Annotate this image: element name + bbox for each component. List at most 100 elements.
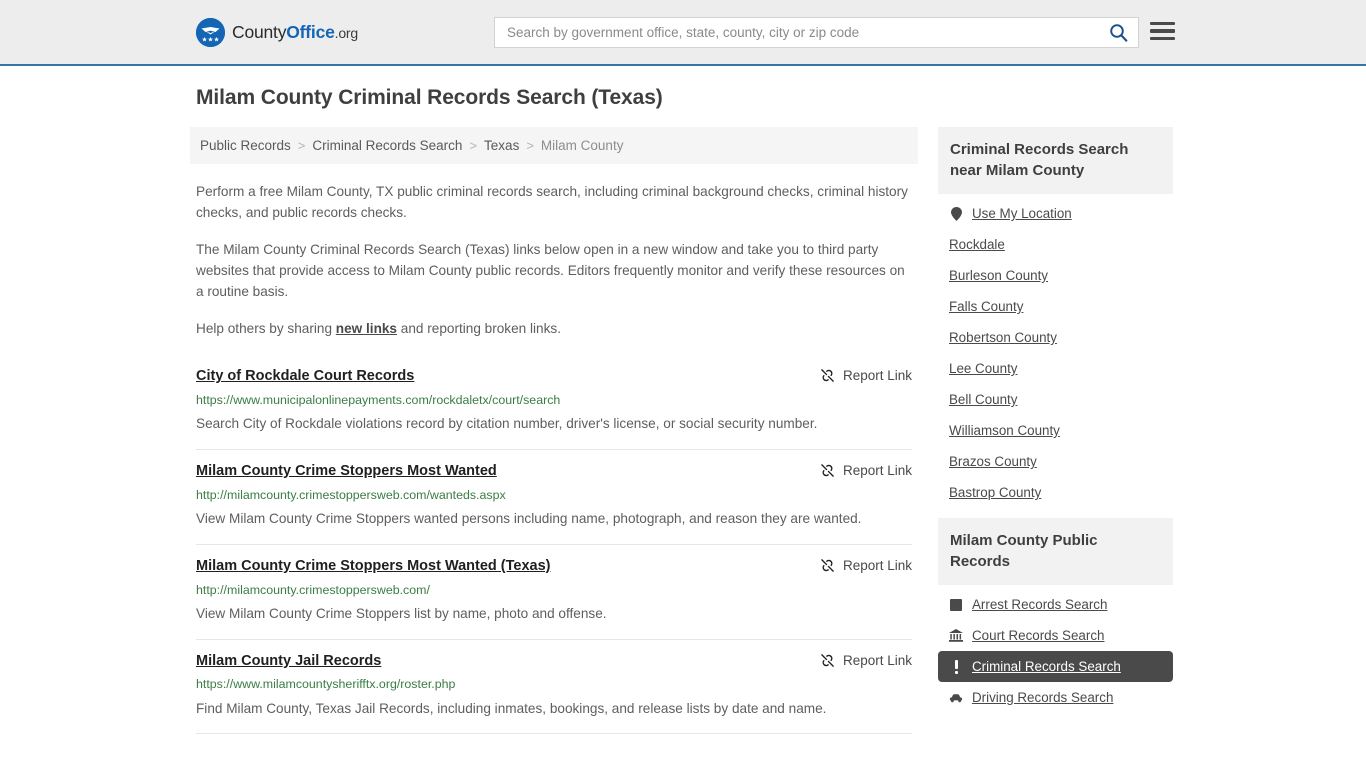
breadcrumb-separator: > [469, 138, 478, 153]
sidebar-item-use-my-location[interactable]: Use My Location [938, 198, 1173, 229]
sidebar-item-robertson-county[interactable]: Robertson County [938, 322, 1173, 353]
result-description: View Milam County Crime Stoppers list by… [196, 605, 607, 621]
content-container: Milam County Criminal Records Search (Te… [190, 86, 1176, 735]
result-item: City of Rockdale Court Records Report Li… [196, 357, 912, 449]
result-url[interactable]: http://milamcounty.crimestoppersweb.com/… [196, 487, 912, 503]
result-item: Milam County Crime Stoppers Most Wanted … [196, 543, 912, 639]
hamburger-menu-icon[interactable] [1150, 20, 1175, 42]
result-title-link[interactable]: City of Rockdale Court Records [196, 367, 414, 386]
sidebar-item-label: Robertson County [949, 330, 1057, 345]
sidebar-item-bastrop-county[interactable]: Bastrop County [938, 477, 1173, 508]
sidebar-item-lee-county[interactable]: Lee County [938, 353, 1173, 384]
logo-text: CountyOffice.org [232, 22, 358, 43]
sidebar-item-rockdale[interactable]: Rockdale [938, 229, 1173, 260]
list-item: Lee County [938, 353, 1173, 384]
result-item: Milam County Jail Records Report Link ht… [196, 638, 912, 734]
report-link-button[interactable]: Report Link [820, 653, 912, 668]
sidebar-item-label: Bell County [949, 392, 1018, 407]
broken-link-icon [821, 369, 834, 383]
breadcrumb-item-milam-county: Milam County [540, 138, 624, 153]
sidebar-nearby-box: Criminal Records Search near Milam Count… [938, 127, 1173, 508]
report-link-button[interactable]: Report Link [820, 368, 912, 383]
sidebar-item-driving-records-search[interactable]: Driving Records Search [938, 682, 1173, 713]
result-description: View Milam County Crime Stoppers wanted … [196, 511, 862, 527]
result-header: City of Rockdale Court Records Report Li… [196, 367, 912, 386]
logo-text-county: County [232, 22, 287, 42]
result-title-link[interactable]: Milam County Crime Stoppers Most Wanted … [196, 557, 551, 576]
exclamation-icon [949, 659, 963, 674]
sidebar-item-label: Lee County [949, 361, 1018, 376]
site-logo[interactable]: CountyOffice.org [196, 18, 358, 47]
new-links-link[interactable]: new links [336, 321, 397, 336]
result-url[interactable]: http://milamcounty.crimestoppersweb.com/ [196, 582, 912, 598]
sidebar-item-falls-county[interactable]: Falls County [938, 291, 1173, 322]
results-bottom-divider [196, 733, 912, 735]
list-item: Robertson County [938, 322, 1173, 353]
search-bar[interactable] [494, 17, 1139, 48]
sidebar-item-bell-county[interactable]: Bell County [938, 384, 1173, 415]
sidebar-item-label: Criminal Records Search [972, 659, 1121, 674]
report-link-button[interactable]: Report Link [820, 463, 912, 478]
list-item: Brazos County [938, 446, 1173, 477]
sidebar: Criminal Records Search near Milam Count… [938, 127, 1173, 723]
sidebar-item-label: Rockdale [949, 237, 1005, 252]
intro-p3-after: and reporting broken links. [397, 321, 561, 337]
sidebar-item-court-records-search[interactable]: Court Records Search [938, 620, 1173, 651]
search-input[interactable] [495, 18, 1098, 47]
logo-text-tld: .org [334, 25, 359, 41]
intro-paragraph-1: Perform a free Milam County, TX public c… [196, 184, 908, 221]
sidebar-item-williamson-county[interactable]: Williamson County [938, 415, 1173, 446]
result-title-link[interactable]: Milam County Jail Records [196, 652, 381, 671]
breadcrumb-separator: > [297, 138, 306, 153]
sidebar-public-records-box: Milam County Public Records Arrest Recor… [938, 518, 1173, 713]
result-description: Find Milam County, Texas Jail Records, i… [196, 700, 827, 716]
sidebar-item-criminal-records-search[interactable]: Criminal Records Search [938, 651, 1173, 682]
report-link-label: Report Link [842, 652, 912, 668]
result-header: Milam County Crime Stoppers Most Wanted … [196, 462, 912, 481]
sidebar-item-label: Arrest Records Search [972, 597, 1108, 612]
broken-link-icon [821, 653, 834, 667]
report-link-label: Report Link [842, 368, 912, 384]
report-link-button[interactable]: Report Link [820, 558, 912, 573]
intro-p3-before: Help others by sharing [196, 321, 336, 337]
hamburger-bar [1150, 36, 1175, 40]
sidebar-item-brazos-county[interactable]: Brazos County [938, 446, 1173, 477]
sidebar-nearby-title: Criminal Records Search near Milam Count… [938, 127, 1173, 194]
breadcrumb-separator: > [526, 138, 534, 153]
sidebar-nearby-list: Use My Location Rockdale Burleson County… [938, 194, 1173, 508]
report-link-label: Report Link [842, 557, 912, 573]
result-url[interactable]: https://www.milamcountysherifftx.org/ros… [196, 676, 912, 692]
page-body: Milam County Criminal Records Search (Te… [0, 66, 1366, 735]
intro-paragraph-3: Help others by sharing new links and rep… [196, 318, 912, 339]
car-icon [949, 691, 963, 705]
two-column-layout: Public Records > Criminal Records Search… [190, 127, 1176, 735]
hamburger-bar [1150, 22, 1175, 26]
result-header: Milam County Jail Records Report Link [196, 652, 912, 671]
sidebar-public-records-list: Arrest Records Search Court Records Sear… [938, 585, 1173, 713]
sidebar-item-label: Brazos County [949, 454, 1037, 469]
result-item: Milam County Crime Stoppers Most Wanted … [196, 449, 912, 544]
breadcrumb-item-texas[interactable]: Texas [484, 138, 519, 153]
result-title-link[interactable]: Milam County Crime Stoppers Most Wanted [196, 462, 497, 481]
list-item: Arrest Records Search [938, 589, 1173, 620]
result-header: Milam County Crime Stoppers Most Wanted … [196, 557, 912, 576]
magnifier-icon [1109, 24, 1127, 42]
site-header: CountyOffice.org [0, 0, 1366, 66]
sidebar-item-burleson-county[interactable]: Burleson County [938, 260, 1173, 291]
list-item: Rockdale [938, 229, 1173, 260]
search-button[interactable] [1098, 18, 1138, 47]
list-item: Williamson County [938, 415, 1173, 446]
location-pin-icon [949, 206, 963, 221]
list-item: Bell County [938, 384, 1173, 415]
sidebar-item-label: Driving Records Search [972, 690, 1114, 705]
sidebar-item-label: Bastrop County [949, 485, 1042, 500]
breadcrumb-item-criminal-records-search[interactable]: Criminal Records Search [312, 138, 462, 153]
breadcrumb-item-public-records[interactable]: Public Records [200, 138, 291, 153]
sidebar-public-records-title: Milam County Public Records [938, 518, 1173, 585]
main-column: Public Records > Criminal Records Search… [190, 127, 918, 735]
result-url[interactable]: https://www.municipalonlinepayments.com/… [196, 392, 912, 408]
sidebar-item-label: Use My Location [972, 206, 1072, 221]
page-title: Milam County Criminal Records Search (Te… [196, 86, 663, 109]
sidebar-item-arrest-records-search[interactable]: Arrest Records Search [938, 589, 1173, 620]
broken-link-icon [821, 559, 834, 572]
